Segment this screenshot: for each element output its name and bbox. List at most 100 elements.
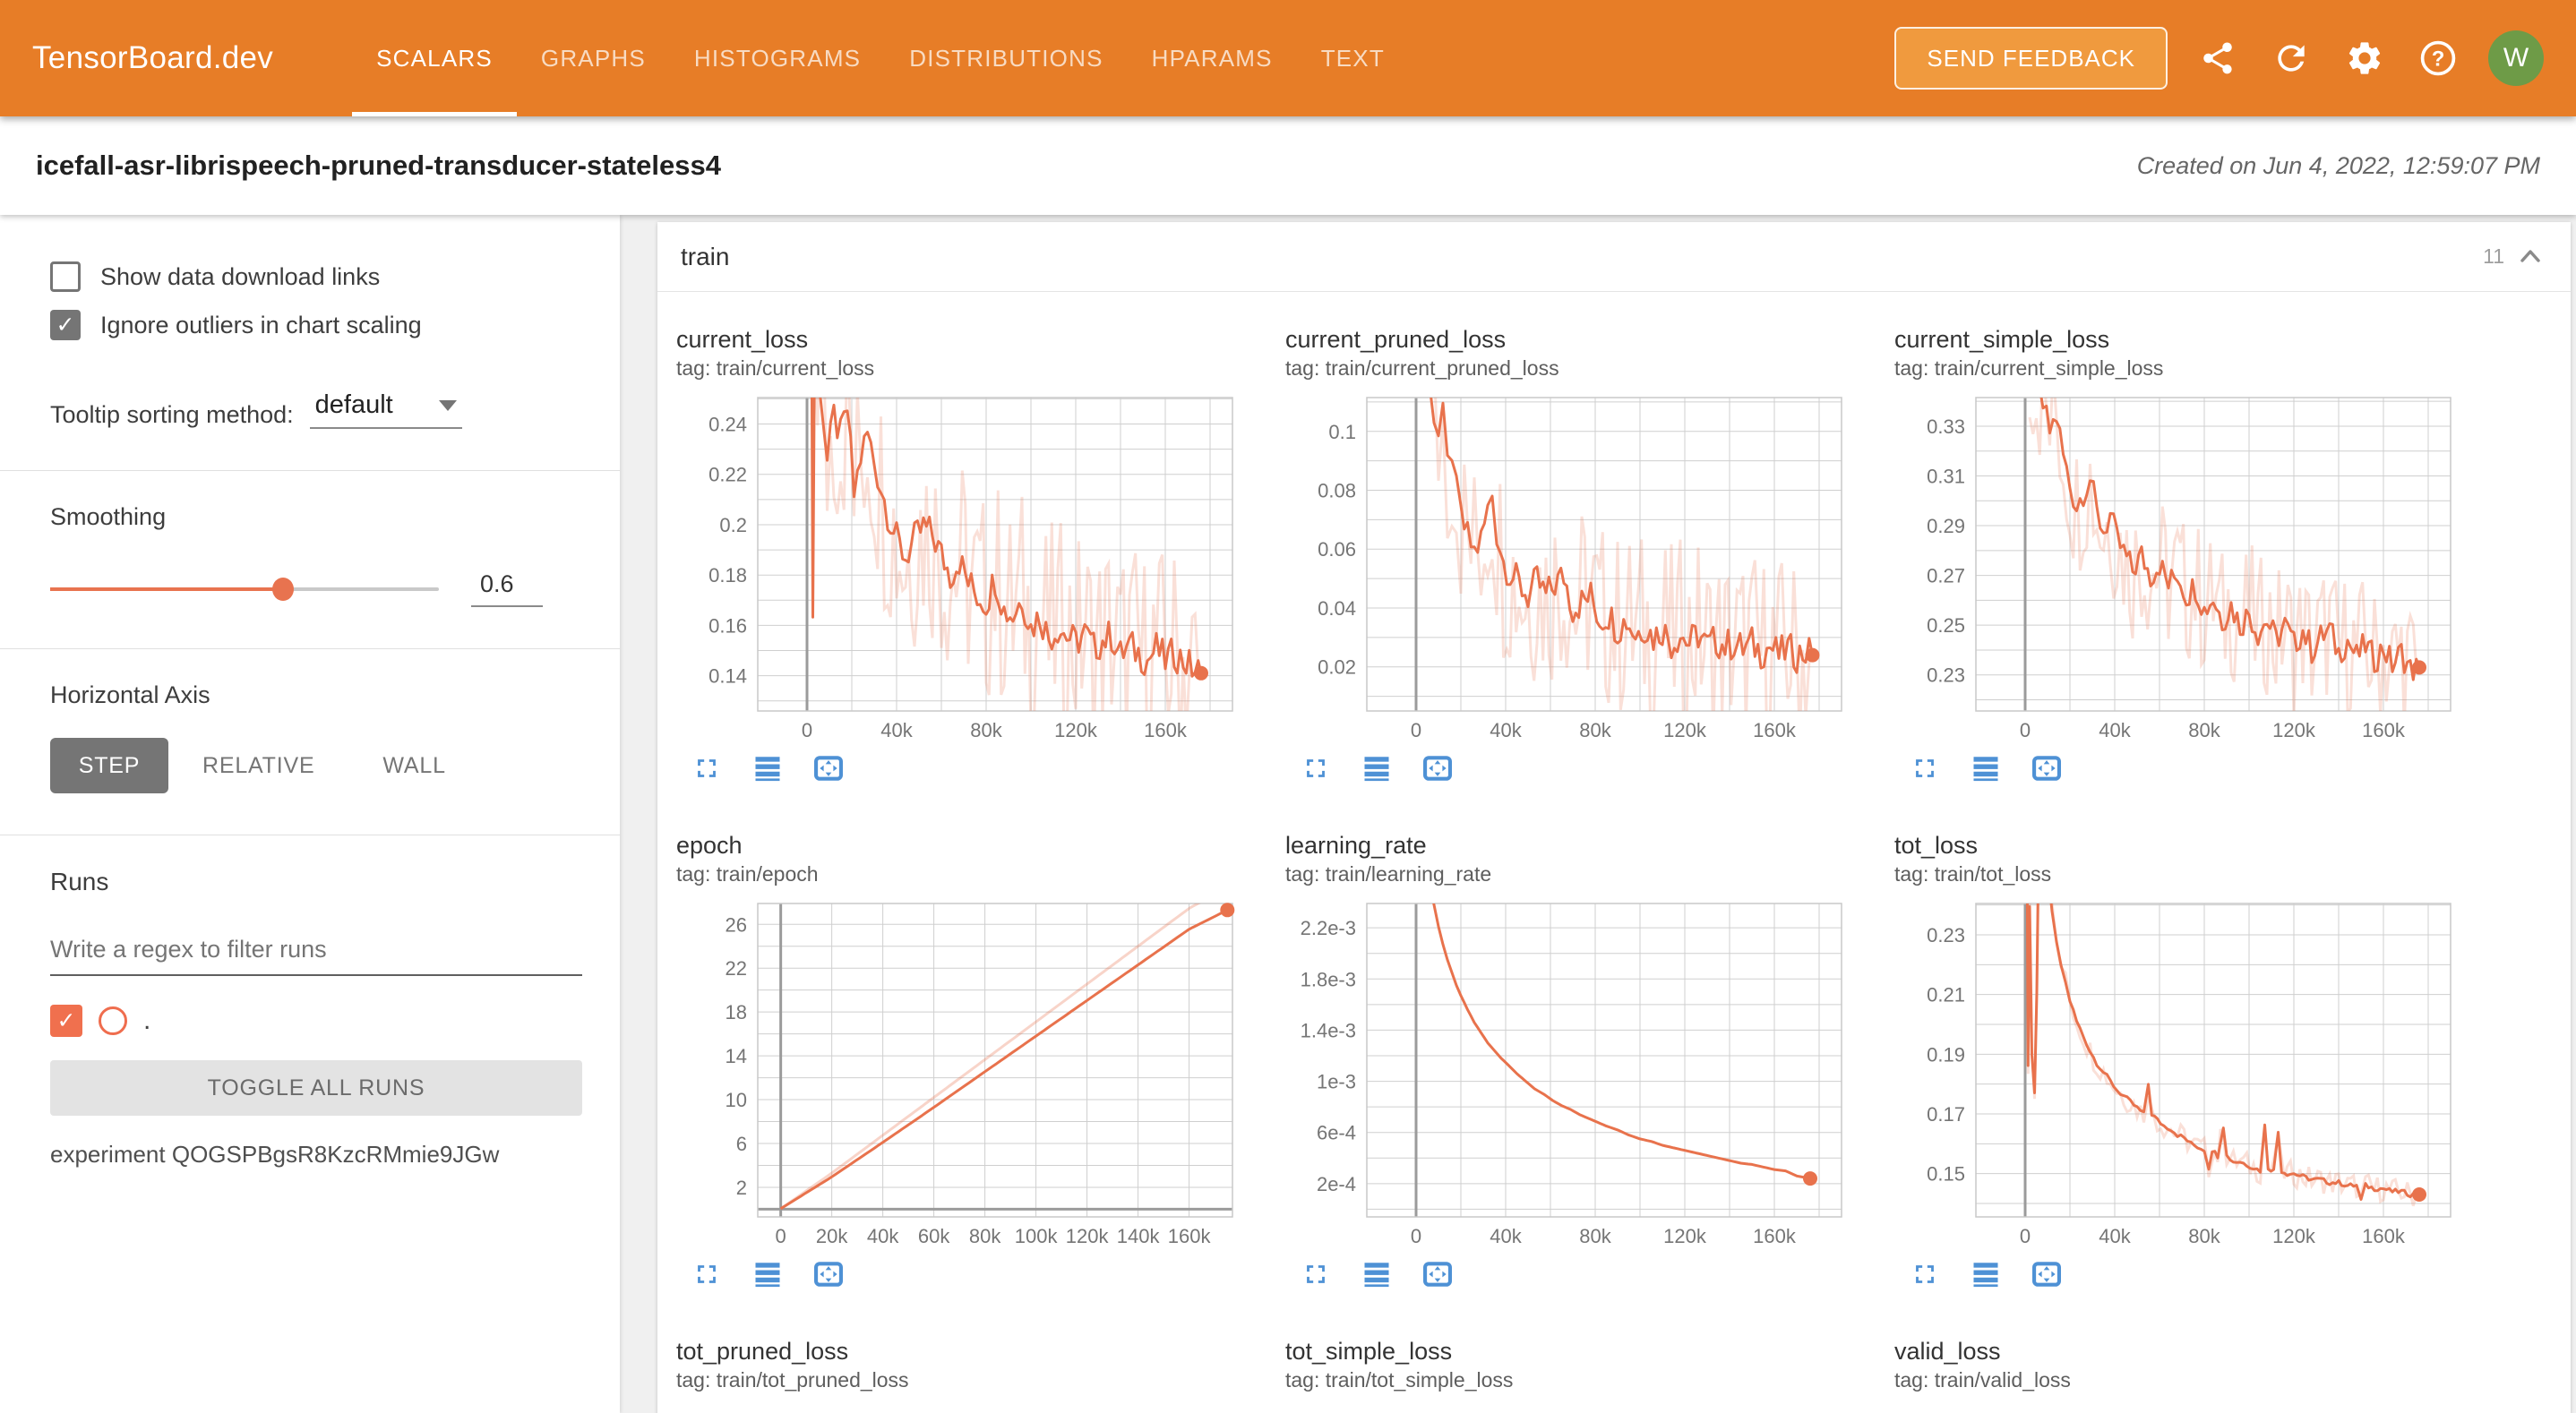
fit-domain-icon[interactable] (809, 749, 848, 788)
svg-text:1e-3: 1e-3 (1317, 1071, 1356, 1093)
content: Show data download links ✓ Ignore outlie… (0, 215, 2576, 1413)
svg-text:6: 6 (736, 1133, 747, 1155)
svg-text:0.29: 0.29 (1927, 515, 1965, 537)
data-table-icon[interactable] (1966, 1255, 2005, 1294)
chart-plot[interactable]: 040k80k120k160k0.230.250.270.290.310.33 (1894, 392, 2486, 743)
chart-title: tot_loss (1894, 830, 2503, 861)
svg-text:0: 0 (2020, 719, 2031, 741)
svg-text:160k: 160k (1753, 719, 1797, 741)
svg-text:80k: 80k (970, 719, 1002, 741)
tooltip-sorting-select[interactable]: default (310, 390, 462, 429)
toggle-all-runs-button[interactable]: TOGGLE ALL RUNS (50, 1060, 582, 1116)
chart-card: tot_losstag: train/tot_loss040k80k120k16… (1894, 830, 2503, 1336)
help-icon[interactable]: ? (2415, 35, 2461, 81)
svg-text:120k: 120k (1066, 1225, 1110, 1247)
checkbox-label: Ignore outliers in chart scaling (100, 312, 422, 339)
avatar[interactable]: W (2488, 30, 2544, 86)
axis-wall-button[interactable]: WALL (348, 753, 479, 779)
fullscreen-icon[interactable] (1905, 1255, 1945, 1294)
fit-domain-icon[interactable] (2027, 749, 2066, 788)
svg-text:0.24: 0.24 (708, 414, 747, 436)
data-table-icon[interactable] (748, 749, 787, 788)
show-download-links-checkbox[interactable]: Show data download links (50, 261, 584, 292)
tooltip-sorting-row: Tooltip sorting method: default (50, 390, 584, 429)
chart-card: valid_losstag: train/valid_loss (1894, 1336, 2503, 1413)
checkbox-label: Show data download links (100, 263, 380, 291)
tab-histograms[interactable]: HISTOGRAMS (670, 0, 885, 116)
tab-text[interactable]: TEXT (1297, 0, 1409, 116)
chart-tag: tag: train/tot_loss (1894, 861, 2503, 887)
svg-text:0.15: 0.15 (1927, 1163, 1965, 1186)
svg-text:40k: 40k (867, 1225, 899, 1247)
smoothing-slider[interactable] (50, 587, 439, 591)
run-color-swatch[interactable] (99, 1006, 127, 1035)
chart-toolbar (1296, 1255, 1894, 1294)
runs-filter-input[interactable] (50, 936, 582, 976)
svg-text:0.06: 0.06 (1318, 538, 1356, 561)
fullscreen-icon[interactable] (687, 1255, 726, 1294)
chart-card: current_simple_losstag: train/current_si… (1894, 324, 2503, 830)
fullscreen-icon[interactable] (1296, 749, 1335, 788)
svg-text:100k: 100k (1015, 1225, 1059, 1247)
chart-plot[interactable]: 040k80k120k160k2e-46e-41e-31.4e-31.8e-32… (1285, 898, 1876, 1249)
page-title: icefall-asr-librispeech-pruned-transduce… (36, 150, 721, 182)
axis-relative-button[interactable]: RELATIVE (168, 753, 348, 779)
run-checkbox[interactable]: ✓ (50, 1005, 82, 1037)
axis-step-button[interactable]: STEP (50, 738, 168, 793)
charts-grid: current_losstag: train/current_loss040k8… (676, 324, 2503, 1413)
fit-domain-icon[interactable] (2027, 1255, 2066, 1294)
svg-text:10: 10 (726, 1089, 747, 1111)
fullscreen-icon[interactable] (1905, 749, 1945, 788)
ignore-outliers-checkbox[interactable]: ✓ Ignore outliers in chart scaling (50, 310, 584, 340)
chart-tag: tag: train/current_pruned_loss (1285, 355, 1894, 381)
svg-text:160k: 160k (2362, 719, 2406, 741)
data-table-icon[interactable] (1357, 749, 1396, 788)
svg-text:0.33: 0.33 (1927, 415, 1965, 438)
svg-text:0.17: 0.17 (1927, 1103, 1965, 1126)
chart-plot[interactable]: 040k80k120k160k0.150.170.190.210.23 (1894, 898, 2486, 1249)
svg-text:1.4e-3: 1.4e-3 (1301, 1019, 1356, 1041)
svg-text:0.19: 0.19 (1927, 1043, 1965, 1066)
nav-tabs: SCALARSGRAPHSHISTOGRAMSDISTRIBUTIONSHPAR… (352, 0, 1409, 116)
tooltip-sorting-value: default (315, 390, 393, 420)
fit-domain-icon[interactable] (1418, 749, 1457, 788)
brand: TensorBoard.dev (32, 40, 273, 76)
fit-domain-icon[interactable] (809, 1255, 848, 1294)
share-icon[interactable] (2194, 35, 2241, 81)
runs-label: Runs (50, 868, 584, 896)
send-feedback-button[interactable]: SEND FEEDBACK (1894, 27, 2168, 90)
data-table-icon[interactable] (1357, 1255, 1396, 1294)
chart-tag: tag: train/tot_pruned_loss (676, 1366, 1285, 1393)
slider-thumb[interactable] (272, 578, 294, 601)
tab-scalars[interactable]: SCALARS (352, 0, 517, 116)
tab-hparams[interactable]: HPARAMS (1128, 0, 1297, 116)
svg-text:0.04: 0.04 (1318, 597, 1356, 620)
svg-text:20k: 20k (816, 1225, 848, 1247)
svg-text:0.02: 0.02 (1318, 656, 1356, 679)
data-table-icon[interactable] (1966, 749, 2005, 788)
checkbox-unchecked-icon (50, 261, 81, 292)
svg-text:0: 0 (775, 1225, 786, 1247)
svg-text:0.25: 0.25 (1927, 614, 1965, 637)
refresh-icon[interactable] (2268, 35, 2314, 81)
train-section-header[interactable]: train 11 (657, 222, 2571, 292)
svg-text:1.8e-3: 1.8e-3 (1301, 968, 1356, 990)
chart-plot[interactable]: 040k80k120k160k0.140.160.180.20.220.24 (676, 392, 1267, 743)
tab-graphs[interactable]: GRAPHS (517, 0, 670, 116)
fit-domain-icon[interactable] (1418, 1255, 1457, 1294)
tab-distributions[interactable]: DISTRIBUTIONS (885, 0, 1127, 116)
svg-text:6e-4: 6e-4 (1317, 1122, 1356, 1144)
experiment-id: experiment QOGSPBgsR8KzcRMmie9JGw (50, 1141, 584, 1169)
svg-text:0: 0 (1411, 1225, 1421, 1247)
data-table-icon[interactable] (748, 1255, 787, 1294)
chart-plot[interactable]: 040k80k120k160k0.020.040.060.080.1 (1285, 392, 1876, 743)
svg-text:0.21: 0.21 (1927, 984, 1965, 1006)
svg-text:0.2: 0.2 (719, 514, 747, 536)
fullscreen-icon[interactable] (1296, 1255, 1335, 1294)
chart-plot[interactable]: 020k40k60k80k100k120k140k160k26101418222… (676, 898, 1267, 1249)
svg-text:0.16: 0.16 (708, 614, 747, 637)
settings-icon[interactable] (2341, 35, 2388, 81)
smoothing-value[interactable]: 0.6 (471, 570, 543, 607)
chevron-up-icon[interactable] (2517, 244, 2544, 270)
fullscreen-icon[interactable] (687, 749, 726, 788)
